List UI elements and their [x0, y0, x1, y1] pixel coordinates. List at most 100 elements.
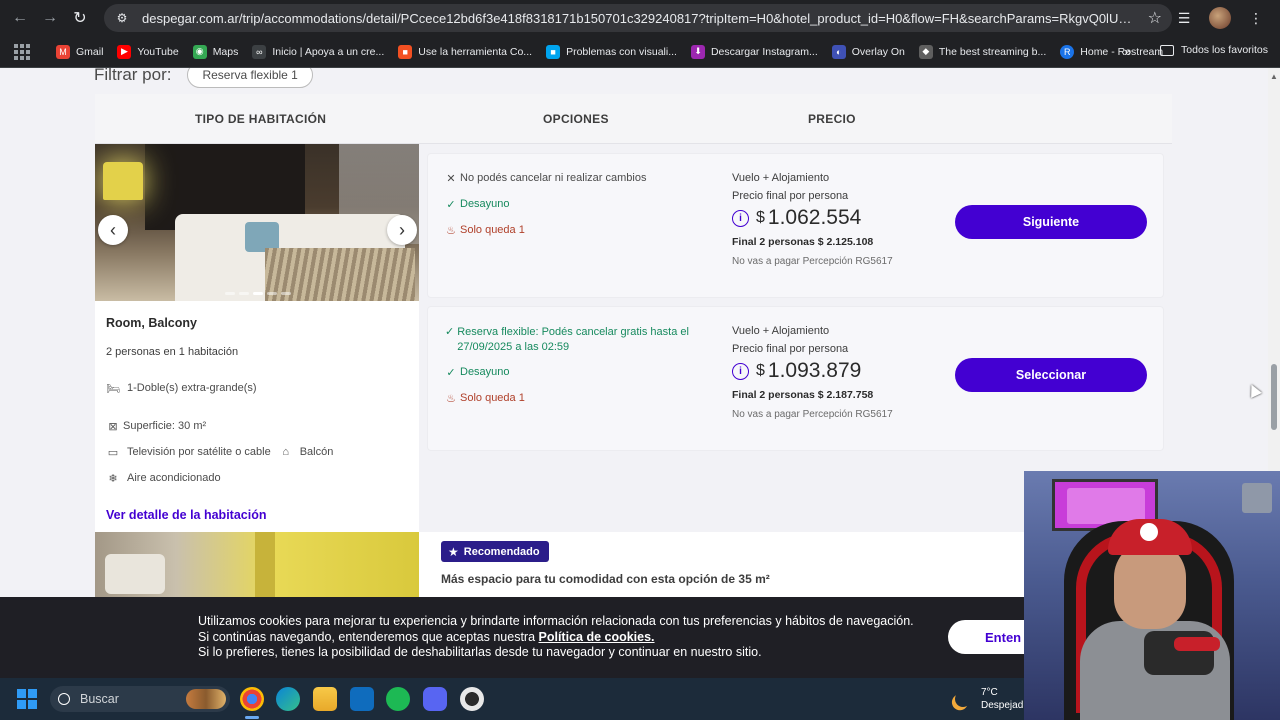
url-text[interactable]: despegar.com.ar/trip/accommodations/deta… — [142, 11, 1140, 26]
rate-option-1: ✕ No podés cancelar ni realizar cambios ✓… — [427, 153, 1164, 298]
price-note: No vas a pagar Percepción RG5617 — [732, 256, 893, 267]
breakfast-line: ✓ Desayuno — [446, 198, 510, 211]
weather-condition: Despejad — [981, 700, 1024, 711]
moon-icon — [953, 689, 974, 710]
header-room-type: TIPO DE HABITACIÓN — [195, 112, 327, 126]
gmail-icon: M — [56, 44, 70, 59]
view-room-detail-link[interactable]: Ver detalle de la habitación — [106, 508, 266, 522]
bookmark-streaming[interactable]: ◆ The best streaming b... — [918, 44, 1046, 59]
bookmark-gmail[interactable]: M Gmail — [56, 44, 103, 59]
file-explorer-icon[interactable] — [313, 687, 337, 711]
address-bar[interactable]: ⚙ despegar.com.ar/trip/accommodations/de… — [104, 4, 1172, 32]
table-headers: TIPO DE HABITACIÓN OPCIONES PRECIO — [95, 94, 1172, 144]
restream-icon: R — [1060, 44, 1075, 59]
scrollbar-thumb[interactable] — [1271, 364, 1277, 430]
area-icon: ⊠ — [108, 420, 118, 433]
bookmark-apoya[interactable]: ∞ Inicio | Apoya a un cre... — [252, 44, 384, 59]
windows-start-icon[interactable] — [17, 689, 37, 709]
chrome-icon[interactable] — [240, 687, 264, 711]
price-amount: i $ 1.062.554 — [732, 206, 893, 230]
obs-icon[interactable] — [460, 687, 484, 711]
spotify-icon[interactable] — [386, 687, 410, 711]
price-label: Precio final por persona — [732, 190, 849, 202]
youtube-icon: ▶ — [117, 44, 132, 59]
back-icon[interactable]: ← — [5, 0, 35, 36]
bookmark-restream[interactable]: R Home - Restream — [1060, 44, 1163, 59]
price-block: Vuelo + Alojamiento Precio final por per… — [732, 325, 893, 420]
cookie-text: Utilizamos cookies para mejorar tu exper… — [198, 614, 914, 660]
feature-surface: ⊠ Superficie: 30 m² — [106, 419, 206, 433]
flame-icon: ♨ — [446, 225, 456, 237]
price-note: No vas a pagar Percepción RG5617 — [732, 409, 893, 420]
info-icon[interactable]: i — [732, 362, 749, 380]
menu-icon[interactable]: ⋮ — [1244, 6, 1268, 30]
cookie-policy-link[interactable]: Política de cookies. — [539, 630, 655, 644]
check-icon: ✓ — [446, 199, 456, 211]
bookmark-microsoft-1[interactable]: ■ Use la herramienta Co... — [398, 44, 532, 59]
maps-icon: ◉ — [192, 44, 207, 59]
taskbar-search[interactable] — [50, 686, 230, 712]
next-button[interactable]: Siguiente — [955, 205, 1147, 239]
site-info-icon[interactable]: ⚙ — [114, 10, 130, 26]
header-price: PRECIO — [808, 112, 856, 126]
scroll-up-icon[interactable]: ▲ — [1270, 72, 1278, 81]
close-icon: ✕ — [446, 173, 456, 185]
room-capacity: 2 personas en 1 habitación — [106, 346, 239, 358]
profile-avatar[interactable] — [1208, 6, 1232, 30]
package-kind: Vuelo + Alojamiento — [732, 172, 830, 184]
all-bookmarks[interactable]: Todos los favoritos — [1160, 44, 1268, 56]
avatar — [1209, 7, 1231, 29]
search-highlight-image — [186, 689, 226, 709]
policy-line: ✓ Reserva flexible: Podés cancelar gratis… — [445, 326, 689, 353]
microsoft-icon: ■ — [398, 44, 413, 59]
reload-icon[interactable]: ↻ — [65, 0, 95, 36]
discord-icon[interactable] — [423, 687, 447, 711]
snowflake-icon: ❄ — [108, 472, 118, 485]
weather-widget[interactable]: 7°C Despejad — [955, 686, 1023, 712]
filter-chip-flexible[interactable]: Reserva flexible 1 — [187, 68, 313, 88]
bookmark-maps[interactable]: ◉ Maps — [192, 44, 238, 59]
filter-title: Filtrar por: — [94, 68, 172, 84]
taskbar-search-input[interactable] — [80, 692, 190, 706]
recommended-text: Más espacio para tu comodidad con esta o… — [441, 572, 770, 586]
availability-line: ♨ Solo queda 1 — [446, 392, 525, 405]
price-total: Final 2 personas $ 2.187.758 — [732, 389, 874, 401]
bookmark-youtube[interactable]: ▶ YouTube — [117, 44, 179, 59]
weather-temp: 7°C — [981, 687, 998, 698]
apps-grid-icon[interactable] — [14, 43, 30, 60]
tv-icon: ▭ — [107, 446, 119, 459]
recommended-room: ★ Recomendado Más espacio para tu comodid… — [419, 532, 1024, 602]
filter-row: Filtrar por: Reserva flexible 1 — [94, 68, 313, 88]
select-button[interactable]: Seleccionar — [955, 358, 1147, 392]
price-value: 1.093.879 — [767, 359, 862, 382]
check-icon: ✓ — [446, 367, 456, 379]
feature-bed: 🛏 1-Doble(s) extra-grande(s) — [106, 382, 257, 395]
reading-list-icon[interactable]: ☰ — [1172, 6, 1196, 30]
forward-icon[interactable]: → — [35, 0, 65, 36]
feature-ac: ❄ Aire acondicionado — [106, 471, 220, 485]
currency: $ — [756, 209, 765, 226]
carousel-prev-icon[interactable]: ‹ — [98, 215, 128, 245]
bookmark-star-icon[interactable]: ☆ — [1148, 8, 1162, 28]
bookmark-microsoft-2[interactable]: ■ Problemas con visuali... — [546, 44, 677, 59]
price-amount: i $ 1.093.879 — [732, 359, 893, 383]
feature-tv: ▭ Televisión por satélite o cable ⌂ Balcón — [107, 446, 334, 459]
bookmarks-bar: M Gmail ▶ YouTube ◉ Maps ∞ Inicio | Apoya a … — [0, 36, 1280, 68]
more-bookmarks-icon[interactable]: » — [1124, 44, 1131, 59]
outlook-icon[interactable] — [350, 687, 374, 711]
breakfast-line: ✓ Desayuno — [446, 366, 510, 379]
folder-icon — [1160, 44, 1175, 56]
balcony-icon: ⌂ — [282, 446, 290, 458]
availability-line: ♨ Solo queda 1 — [446, 224, 525, 237]
overlay-icon: ◐ — [831, 44, 846, 59]
header-options: OPCIONES — [543, 112, 609, 126]
chrome-active-indicator — [245, 716, 259, 719]
edge-icon[interactable] — [276, 687, 300, 711]
windows-taskbar: 7°C Despejad — [0, 678, 1024, 720]
info-icon[interactable]: i — [732, 209, 749, 227]
bookmark-overlay-on[interactable]: ◐ Overlay On — [831, 44, 905, 59]
carousel-next-icon[interactable]: › — [387, 215, 417, 245]
bed-icon: 🛏 — [106, 382, 120, 395]
bookmark-instagram-download[interactable]: ⬇ Descargar Instagram... — [690, 44, 818, 59]
recommended-badge: ★ Recomendado — [441, 541, 549, 562]
